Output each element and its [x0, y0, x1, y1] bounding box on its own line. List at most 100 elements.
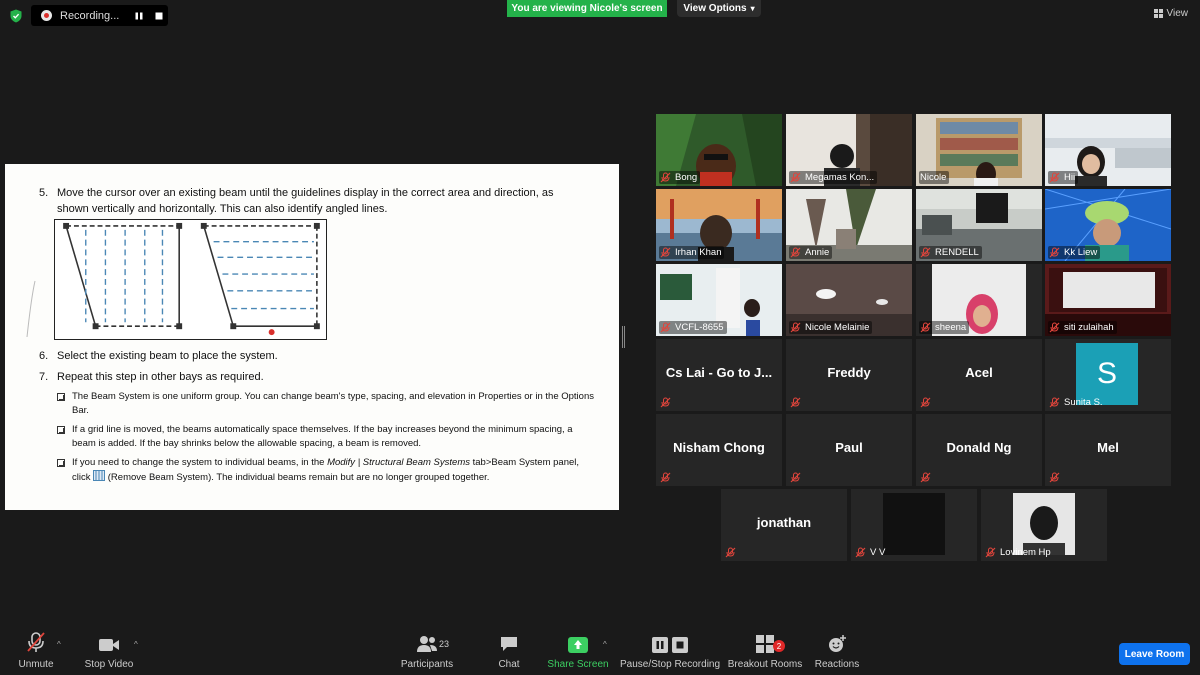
viewing-screen-banner: You are viewing Nicole's screen	[507, 0, 667, 17]
chevron-down-icon: ▾	[750, 4, 755, 13]
participant-tile[interactable]: Donald Ng	[916, 414, 1042, 486]
mic-muted-icon	[920, 472, 931, 483]
participant-tile[interactable]: jonathan	[721, 489, 847, 561]
participant-name-tag: Kk Liew	[1048, 246, 1101, 259]
view-button[interactable]: View	[1153, 8, 1189, 19]
participant-name-tag	[789, 471, 808, 484]
participant-name: Sunita S.	[1064, 397, 1103, 408]
mic-muted-icon	[1049, 247, 1060, 258]
participant-tile[interactable]: siti zulaihah	[1045, 264, 1171, 336]
participant-name-tag: Nicole	[919, 171, 950, 184]
participant-name-tag	[919, 396, 938, 409]
participant-tile[interactable]: V V	[851, 489, 977, 561]
participant-tile[interactable]: Bong	[656, 114, 782, 186]
audio-options-chevron-icon[interactable]: ^	[57, 640, 61, 649]
participant-tile[interactable]: Mel	[1045, 414, 1171, 486]
breakout-rooms-button[interactable]: Breakout Rooms 2	[728, 627, 802, 675]
participants-button[interactable]: Participants 23	[398, 627, 456, 675]
stop-recording-icon[interactable]	[152, 9, 166, 23]
profile-picture	[883, 493, 945, 555]
participant-name-tag	[724, 546, 743, 559]
share-screen-icon	[568, 637, 588, 653]
participant-name: RENDELL	[935, 247, 979, 258]
mic-muted-icon	[660, 322, 671, 333]
mic-muted-icon	[790, 172, 801, 183]
participant-name: sheena	[935, 322, 967, 333]
share-options-chevron-icon[interactable]: ^	[603, 640, 607, 649]
participant-name-tag	[1048, 471, 1067, 484]
leave-room-button[interactable]: Leave Room	[1119, 643, 1190, 665]
mic-muted-icon	[1049, 322, 1060, 333]
security-shield-icon[interactable]	[9, 9, 23, 23]
breakout-rooms-label: Breakout Rooms	[727, 659, 803, 670]
participant-tile[interactable]: Freddy	[786, 339, 912, 411]
pause-icon	[652, 637, 668, 653]
view-options-button[interactable]: View Options ▾	[677, 0, 761, 17]
participant-name: Megamas Kon...	[805, 172, 875, 183]
note-bullet: If you need to change the system to indi…	[57, 456, 597, 484]
mic-muted-icon	[920, 247, 931, 258]
participants-icon	[417, 636, 437, 652]
participant-tile[interactable]: Acel	[916, 339, 1042, 411]
recording-indicator: Recording...	[31, 5, 168, 26]
chat-button[interactable]: Chat	[494, 627, 524, 675]
participant-name: Nicole Melainie	[805, 322, 870, 333]
unmute-button[interactable]: Unmute	[14, 627, 58, 675]
stop-video-button[interactable]: Stop Video	[82, 627, 136, 675]
mic-muted-icon	[660, 397, 671, 408]
step-5: 5. Move the cursor over an existing beam…	[39, 185, 554, 201]
share-screen-label: Share Screen	[547, 659, 609, 670]
participant-tile[interactable]: Megamas Kon...	[786, 114, 912, 186]
note-bullet: The Beam System is one uniform group. Yo…	[57, 390, 597, 417]
participant-name-tag: siti zulaihah	[1048, 321, 1117, 334]
note-text-part: If you need to change the system to indi…	[72, 457, 328, 468]
checkbox-bullet-icon	[57, 459, 65, 467]
participant-name-tag: Irhan Khan	[659, 246, 725, 259]
step-7: 7. Repeat this step in other bays as req…	[39, 369, 264, 385]
participant-tile[interactable]: sheena	[916, 264, 1042, 336]
mic-muted-icon	[790, 322, 801, 333]
stop-icon	[672, 637, 688, 653]
mic-muted-icon	[1049, 172, 1060, 183]
participant-tile[interactable]: Hii	[1045, 114, 1171, 186]
mic-muted-icon	[790, 247, 801, 258]
participant-display-name: Freddy	[827, 365, 871, 380]
step-text: Select the existing beam to place the sy…	[57, 350, 278, 362]
participant-display-name: Mel	[1097, 440, 1119, 455]
video-camera-icon	[99, 639, 119, 651]
cursor-highlight-icon	[268, 329, 275, 336]
gallery-view-icon	[1153, 9, 1163, 18]
step-6: 6. Select the existing beam to place the…	[39, 348, 278, 364]
participant-tile-active-speaker[interactable]: Nicole	[916, 114, 1042, 186]
view-label: View	[1166, 8, 1189, 19]
mic-muted-icon	[920, 322, 931, 333]
participant-tile[interactable]: S Sunita S.	[1045, 339, 1171, 411]
meeting-toolbar: Unmute ^ Stop Video ^ Participants 23 Ch…	[0, 627, 1200, 675]
zoom-meeting-window: Recording... You are viewing Nicole's sc…	[0, 0, 1200, 675]
participant-name-tag: Lovinem Hp	[984, 546, 1054, 559]
share-screen-button[interactable]: Share Screen	[547, 627, 609, 675]
participant-tile[interactable]: Paul	[786, 414, 912, 486]
pause-stop-recording-button[interactable]: Pause/Stop Recording	[620, 627, 720, 675]
participant-tile[interactable]: Nicole Melainie	[786, 264, 912, 336]
participant-name-tag	[659, 471, 678, 484]
participant-tile[interactable]: RENDELL	[916, 189, 1042, 261]
participant-name-tag	[919, 471, 938, 484]
video-options-chevron-icon[interactable]: ^	[134, 640, 138, 649]
participant-tile[interactable]: VCFL-8655	[656, 264, 782, 336]
participant-tile[interactable]: Annie	[786, 189, 912, 261]
step-text: Move the cursor over an existing beam un…	[57, 187, 554, 199]
participant-tile[interactable]: Irhan Khan	[656, 189, 782, 261]
reactions-button[interactable]: Reactions	[814, 627, 860, 675]
participant-name: Hii	[1064, 172, 1076, 183]
note-text-part: (Remove Beam System). The individual bea…	[105, 471, 490, 483]
participant-name-tag	[789, 396, 808, 409]
participant-tile[interactable]: Nisham Chong	[656, 414, 782, 486]
splitter-handle[interactable]	[622, 326, 625, 348]
breakout-badge: 2	[773, 640, 785, 652]
participant-tile[interactable]: Lovinem Hp	[981, 489, 1107, 561]
participant-tile[interactable]: Kk Liew	[1045, 189, 1171, 261]
participant-tile[interactable]: Cs Lai - Go to J...	[656, 339, 782, 411]
checkbox-bullet-icon	[57, 393, 65, 401]
pause-recording-icon[interactable]	[132, 9, 146, 23]
